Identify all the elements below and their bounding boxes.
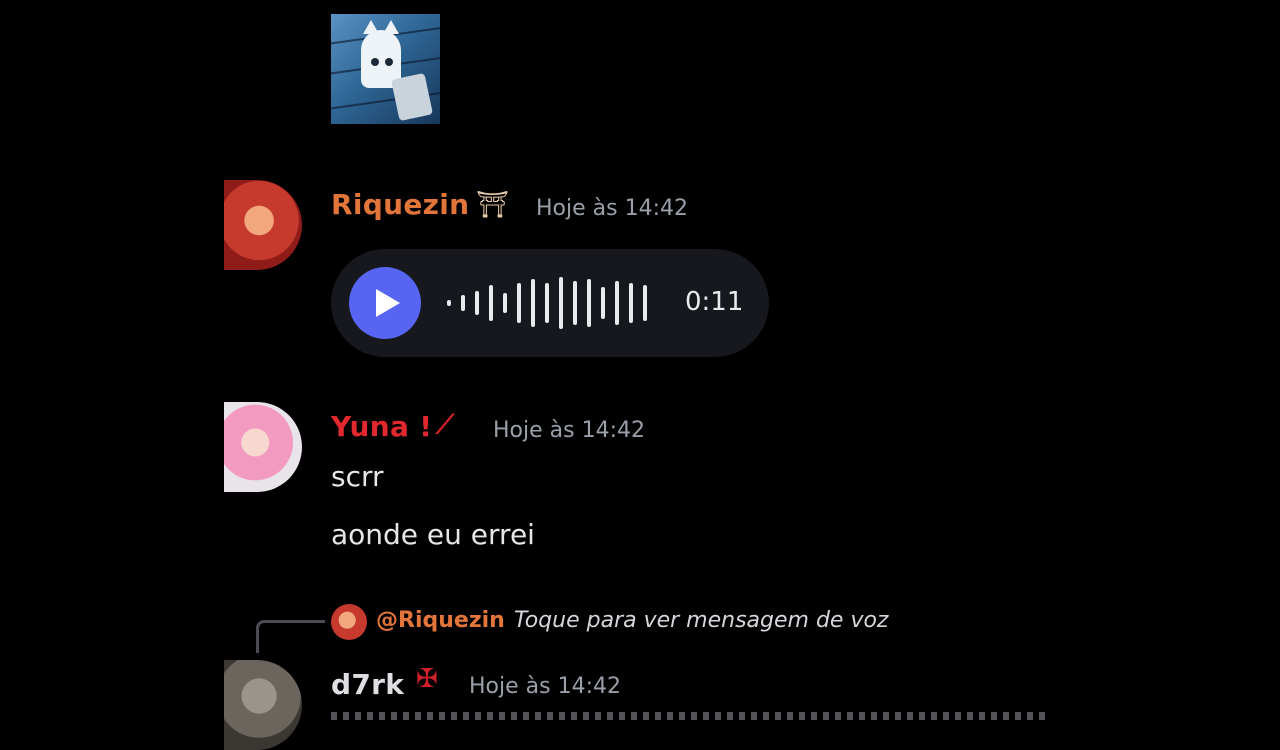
author-name[interactable]: Riquezin [331, 188, 469, 221]
reply-avatar [331, 604, 367, 640]
reply-mention[interactable]: @Riquezin [376, 608, 505, 633]
reply-preview[interactable]: Toque para ver mensagem de voz [514, 608, 888, 633]
red-slash-icon: ⟋ [436, 410, 455, 440]
tag-icon [391, 72, 433, 122]
avatar[interactable] [224, 660, 302, 750]
red-emblem-icon: ✠ [416, 664, 438, 694]
timestamp: Hoje às 14:42 [493, 418, 645, 443]
voice-message: 0:11 [331, 249, 769, 357]
play-icon [376, 289, 400, 317]
author-name[interactable]: Yuna ! [331, 410, 432, 443]
duo-figures-icon: ⛩ [476, 190, 510, 220]
play-button[interactable] [349, 267, 421, 339]
author-name[interactable]: d7rk [331, 668, 404, 701]
message-line: scrr [331, 460, 384, 493]
waveform[interactable] [447, 273, 657, 333]
timestamp: Hoje às 14:42 [536, 196, 688, 221]
message-text-cutoff [331, 712, 1051, 720]
avatar[interactable] [224, 180, 302, 270]
reply-connector [256, 620, 325, 653]
timestamp: Hoje às 14:42 [469, 674, 621, 699]
message-line: aonde eu errei [331, 518, 535, 551]
image-attachment[interactable] [331, 14, 440, 124]
voice-duration: 0:11 [685, 287, 744, 317]
avatar[interactable] [224, 402, 302, 492]
